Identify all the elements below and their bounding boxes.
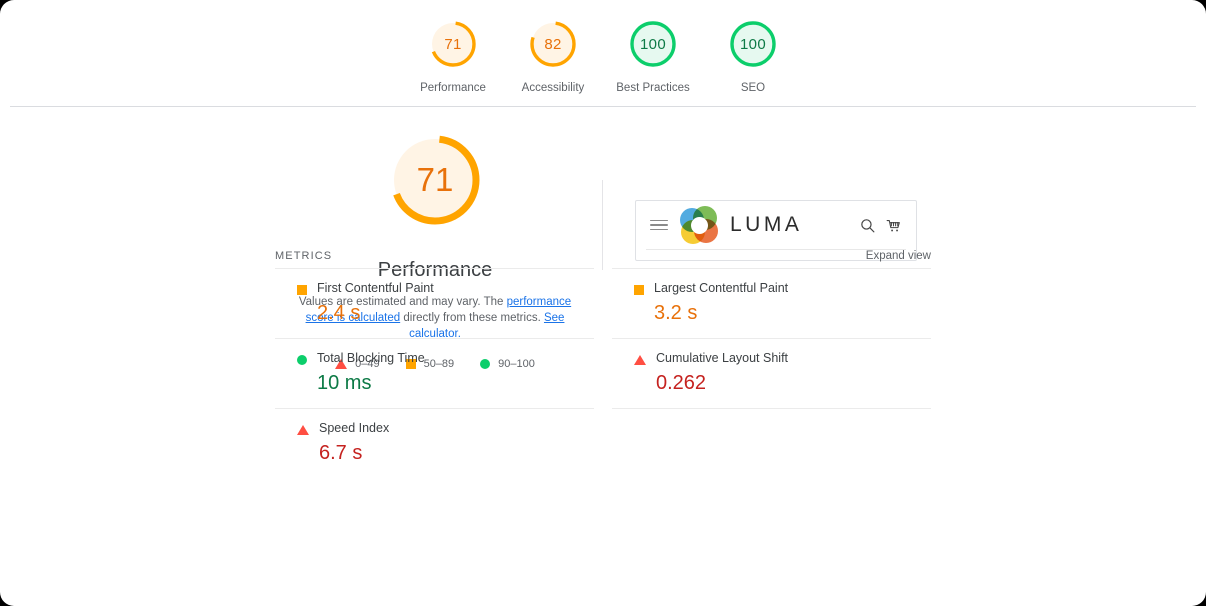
square-icon [634,285,644,295]
performance-gauge-value: 71 [416,161,454,198]
expand-view-button[interactable]: Expand view [866,250,931,262]
lighthouse-report-page: 71 Performance 82 Accessibility 100 Best Prac… [0,0,1206,606]
metric-row[interactable]: First Contentful Paint 2.4 s [275,268,594,338]
metric-rating-indicator [297,425,309,435]
triangle-icon [634,355,646,365]
category-score-label: SEO [740,82,766,94]
shopping-cart-icon [886,219,900,231]
mini-gauge: 82 [527,18,579,70]
category-score-accessibility[interactable]: 82 Accessibility [503,18,603,94]
metric-name: Largest Contentful Paint [654,281,789,295]
square-icon [297,285,307,295]
category-score-label: Best Practices [616,82,690,94]
metric-value: 10 ms [317,372,372,394]
category-score-label: Performance [420,82,486,94]
category-scores-row: 71 Performance 82 Accessibility 100 Best Prac… [0,0,1206,94]
hamburger-icon [650,219,668,231]
category-score-best-practices[interactable]: 100 Best Practices [603,18,703,94]
metric-row[interactable]: Cumulative Layout Shift 0.262 [612,338,931,408]
thumbnail-action-icons [859,217,902,234]
metric-value: 3.2 s [654,302,698,324]
luma-logo-icon [680,206,718,244]
mini-gauge: 100 [727,18,779,70]
metric-name: Speed Index [319,421,390,435]
metric-value: 0.262 [656,372,707,394]
category-score-seo[interactable]: 100 SEO [703,18,803,94]
mini-gauge: 71 [427,18,479,70]
metric-name: Total Blocking Time [317,351,425,365]
category-score-performance[interactable]: 71 Performance [403,18,503,94]
metric-rating-indicator [634,355,646,365]
performance-gauge[interactable]: 71 [380,125,490,235]
mini-gauge-value: 100 [740,35,766,53]
metrics-columns: First Contentful Paint 2.4 s Total Blockin… [275,268,931,478]
metrics-column-left: First Contentful Paint 2.4 s Total Blockin… [275,268,594,478]
mini-gauge: 100 [627,18,679,70]
metrics-column-right: Largest Contentful Paint 3.2 s Cumulative … [612,268,931,478]
search-icon [861,218,875,232]
metric-value: 2.4 s [317,302,361,324]
circle-icon [297,355,307,365]
metric-row[interactable]: Total Blocking Time 10 ms [275,338,594,408]
metrics-title: METRICS [275,250,333,262]
metric-rating-indicator [297,285,307,295]
metric-row[interactable]: Largest Contentful Paint 3.2 s [612,268,931,338]
metrics-end-divider [612,408,931,409]
metric-rating-indicator [634,285,644,295]
metric-rating-indicator [297,355,307,365]
metric-name: First Contentful Paint [317,281,434,295]
mini-gauge-value: 82 [544,35,562,53]
thumbnail-header-bar: LUMA [636,201,916,249]
header-divider [10,106,1196,107]
category-score-label: Accessibility [521,82,585,94]
metrics-section: METRICS Expand view First Contentful Pai… [275,250,931,478]
brand-wordmark: LUMA [730,213,803,236]
metric-name: Cumulative Layout Shift [656,351,789,365]
metric-value: 6.7 s [319,442,363,464]
mini-gauge-value: 100 [640,35,666,53]
triangle-icon [297,425,309,435]
mini-gauge-value: 71 [444,35,462,53]
metrics-header: METRICS Expand view [275,250,931,268]
metric-row[interactable]: Speed Index 6.7 s [275,408,594,478]
